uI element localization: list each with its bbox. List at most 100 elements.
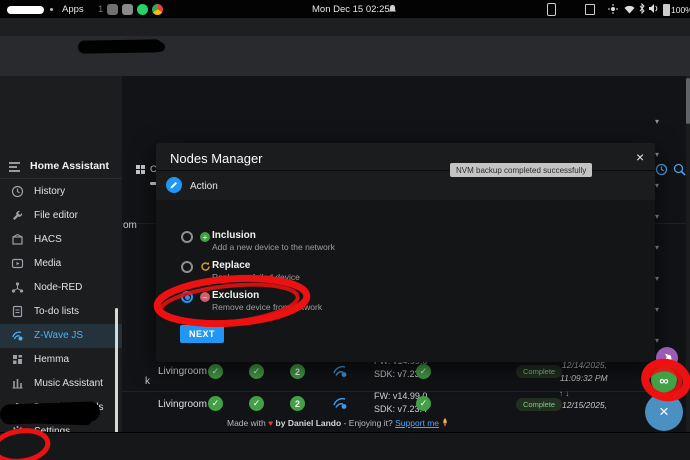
next-button[interactable]: NEXT	[180, 325, 224, 343]
node-battery-count: 2	[290, 364, 305, 379]
sidebar-item-music-assistant[interactable]: Music Assistant	[0, 372, 122, 396]
sidebar-item-zwave-js[interactable]: Z-Wave JS	[0, 324, 122, 348]
equalizer-icon	[11, 377, 24, 390]
node-status-check-icon: ✓	[416, 396, 431, 411]
node-date: 12/15/2025,	[562, 400, 607, 410]
radio-replace[interactable]	[181, 261, 193, 273]
node-status-check-icon: ✓	[416, 364, 431, 379]
node-status-check-icon: ✓	[249, 364, 264, 379]
row-expand-chevron[interactable]: ▾	[655, 212, 659, 221]
option-inclusion-desc: Add a new device to the network	[212, 242, 335, 252]
option-replace-title[interactable]: Replace	[212, 260, 250, 271]
option-exclusion-title[interactable]: Exclusion	[212, 290, 259, 301]
row-expand-chevron[interactable]: ▾	[655, 305, 659, 314]
step-action-label: Action	[190, 181, 218, 192]
infinity-icon: ∞	[659, 373, 668, 388]
screen: Apps 1 Mon Dec 15 02:25 100% ▾ M [Home A…	[0, 0, 690, 460]
sidebar-item-file-editor[interactable]: File editor	[0, 204, 122, 228]
sidebar-item-hemma[interactable]: Hemma	[0, 348, 122, 372]
zwave-signal-icon	[11, 329, 24, 342]
sidebar-item-node-red[interactable]: Node-RED	[0, 276, 122, 300]
page-scrollbar-thumb[interactable]	[686, 78, 690, 124]
redacted-url	[120, 42, 165, 52]
brightness-icon	[608, 4, 618, 14]
option-replace-desc: Replace a failed device	[212, 272, 300, 282]
node-time: 11:09:32 PM	[560, 373, 608, 383]
node-status-check-icon: ✓	[208, 364, 223, 379]
radio-inclusion[interactable]	[181, 231, 193, 243]
wrench-icon	[11, 209, 24, 222]
system-top-bar: Apps 1 Mon Dec 15 02:25 100%	[0, 0, 690, 18]
sidebar-item-history[interactable]: History	[0, 180, 122, 204]
row-fragment: k	[145, 376, 150, 387]
history-icon	[11, 185, 24, 198]
pencil-icon	[170, 181, 178, 189]
advanced-actions-fab[interactable]	[656, 347, 678, 369]
zwave-protocol-icon	[332, 396, 348, 410]
row-expand-chevron[interactable]: ▾	[655, 274, 659, 283]
debug-search-icon[interactable]	[673, 163, 686, 176]
support-me-link[interactable]: Support me	[395, 418, 439, 428]
files-tray-icon[interactable]	[122, 4, 133, 15]
node-status-check-icon: ✓	[208, 396, 223, 411]
inclusion-plus-icon: +	[200, 232, 210, 242]
row-expand-chevron[interactable]: ▾	[655, 117, 659, 126]
history-log-icon[interactable]	[655, 163, 668, 176]
node-status-check-icon: ✓	[249, 396, 264, 411]
app-footer: Made with ♥ by Daniel Lando - Enjoying i…	[227, 418, 449, 428]
radio-exclusion[interactable]	[181, 291, 193, 303]
apps-menu[interactable]: Apps	[62, 4, 84, 15]
node-name: Livingroom	[158, 399, 207, 410]
interview-status-badge: Complete	[516, 398, 562, 411]
node-sort-arrows-fragment: ↑ ↓	[559, 389, 569, 398]
heart-icon: ♥	[268, 418, 273, 428]
replace-refresh-icon	[200, 261, 211, 272]
bluetooth-icon	[639, 3, 645, 14]
screenshot-tray-icon[interactable]	[107, 4, 118, 15]
dialog-close-button[interactable]: ×	[636, 149, 644, 165]
sidebar-divider	[0, 178, 122, 179]
option-exclusion-desc: Remove device from network	[212, 302, 322, 312]
step-action-icon	[166, 177, 182, 193]
battery-icon	[663, 4, 670, 16]
sidebar-item-hacs[interactable]: HACS	[0, 228, 122, 252]
sidebar-toggle-hamburger-icon[interactable]	[9, 162, 23, 172]
dashboard-icon	[11, 353, 24, 366]
sidebar-scrollbar[interactable]	[115, 308, 118, 436]
node-battery-count: 2	[290, 396, 305, 411]
browser-tab-strip: ▾ M [Home Assistant Commu× ⌂ Failed to a…	[0, 18, 690, 36]
row-fragment: om	[123, 220, 137, 231]
phone-status-icon	[547, 3, 556, 16]
clock[interactable]: Mon Dec 15 02:25	[312, 4, 390, 15]
control-panel-tab-icon	[136, 165, 145, 174]
sidebar-item-media[interactable]: Media	[0, 252, 122, 276]
page-scrollbar-track[interactable]	[686, 76, 690, 432]
row-expand-chevron[interactable]: ▾	[655, 336, 659, 345]
media-icon	[11, 257, 24, 270]
volume-icon	[649, 4, 659, 13]
nvm-backup-toast: NVM backup completed successfully	[450, 163, 592, 177]
bookmarks-bar: ◍ ⌂ Energi – Home... Smarta hem S SolarA…	[0, 57, 690, 76]
network-icon	[11, 281, 24, 294]
workspace-indicator: 1	[98, 4, 103, 15]
dialog-title: Nodes Manager	[170, 151, 263, 166]
notification-bell-icon	[388, 4, 397, 14]
row-expand-chevron[interactable]: ▾	[655, 243, 659, 252]
close-icon: ×	[659, 402, 669, 422]
close-menu-fab[interactable]: ×	[645, 393, 683, 431]
clipboard-status-icon	[585, 4, 595, 15]
dock: A ? >_ ▽	[0, 432, 690, 460]
loop-actions-fab[interactable]: ∞	[651, 367, 677, 393]
sidebar-item-todo-lists[interactable]: To-do lists	[0, 300, 122, 324]
checklist-icon	[11, 305, 24, 318]
option-inclusion-title[interactable]: Inclusion	[212, 230, 256, 241]
row-expand-chevron[interactable]: ▾	[655, 150, 659, 159]
chrome-tray-icon[interactable]	[152, 4, 163, 15]
redacted-topbar-item	[7, 6, 44, 14]
rocket-icon	[441, 418, 449, 427]
tools-icon	[662, 353, 672, 363]
hacs-icon	[11, 233, 24, 246]
wifi-icon	[624, 5, 635, 14]
whatsapp-tray-icon[interactable]	[137, 4, 148, 15]
row-expand-chevron[interactable]: ▾	[655, 181, 659, 190]
